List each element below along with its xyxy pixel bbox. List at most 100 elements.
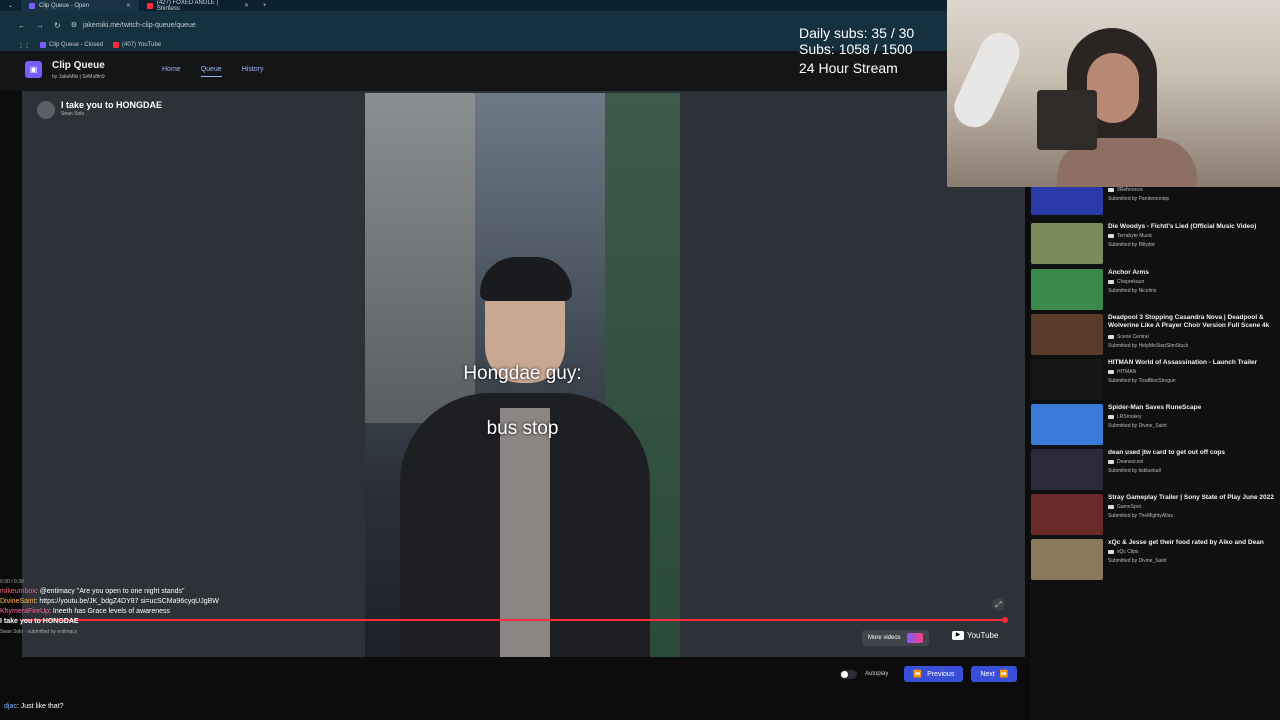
chat-clip-title: I take you to HONGDAE — [0, 618, 79, 625]
person-figure — [400, 257, 650, 657]
rewind-icon: ⏪ — [913, 671, 923, 678]
queue-thumbnail[interactable] — [1031, 359, 1103, 400]
submitted-by: Submitted by TheMightyAtlas — [1108, 513, 1173, 519]
youtube-icon — [1108, 335, 1114, 339]
close-icon[interactable]: ✕ — [126, 2, 131, 9]
submitted-by: Submitted by Divine_Saint — [1108, 558, 1167, 564]
queue-controls: Autoplay ⏪ Previous Next ⏩ — [840, 666, 1018, 682]
queue-thumbnail[interactable] — [1031, 314, 1103, 355]
bookmark-label: (407) YouTube — [122, 42, 162, 48]
queue-channel: xQc Clips — [1108, 549, 1138, 555]
reload-icon[interactable]: ↻ — [54, 21, 61, 30]
autoplay-label: Autoplay — [865, 671, 889, 677]
queue-channel: Scene Central — [1108, 334, 1149, 340]
chat-text: @entimacy "Are you open to one night sta… — [39, 588, 185, 595]
close-icon[interactable]: ✕ — [244, 2, 249, 9]
tab-youtube[interactable]: (427) FOXED ANGLE | Shirtless ✕ — [139, 0, 257, 12]
next-button[interactable]: Next ⏩ — [971, 666, 1018, 682]
stream-label: 24 Hour Stream — [799, 60, 898, 76]
nav-queue[interactable]: Queue — [200, 66, 222, 77]
autoplay-toggle[interactable] — [840, 669, 857, 679]
tab-menu[interactable]: ⌄ — [0, 0, 21, 11]
chat-text: Ineeth has Grace levels of awareness — [52, 608, 171, 615]
video-caption-2: bus stop — [486, 418, 559, 439]
url-field[interactable]: ⚙ jakemiki.me/twitch-clip-queue/queue — [71, 21, 196, 30]
queue-item[interactable]: HITMAN World of Assassination - Launch T… — [1030, 359, 1280, 403]
nav-history[interactable]: History — [242, 66, 264, 77]
source-label: YouTube — [967, 631, 999, 640]
chat-message: mikeumbox: @entimacy "Are you open to on… — [0, 588, 185, 595]
queue-thumbnail[interactable] — [1031, 494, 1103, 535]
submitted-by: Submitted by itsblueball — [1108, 468, 1161, 474]
hair — [480, 257, 572, 301]
queue-title[interactable]: Stray Gameplay Trailer | Sony State of P… — [1108, 494, 1278, 502]
queue-sidebar: 9Reference Submitted by Pandemoniqx Die Wo… — [1030, 187, 1280, 720]
queue-item[interactable]: xQc & Jesse get their food rated by Aiko… — [1030, 539, 1280, 583]
channel-name: LRSmokey — [1117, 414, 1142, 420]
tab-label: (427) FOXED ANGLE | Shirtless — [156, 0, 219, 12]
submitted-by: Submitted by Divine_Saint — [1108, 423, 1167, 429]
skip-icon: ⏩ — [999, 671, 1009, 678]
bookmark-clip-queue[interactable]: Clip Queue - Closed — [40, 42, 103, 48]
app-authors: by JakeMiki | SirMuffin9 — [52, 74, 105, 80]
queue-thumbnail[interactable] — [1031, 449, 1103, 490]
queue-channel: HITMAN — [1108, 369, 1136, 375]
queue-channel: GameSpot — [1108, 504, 1141, 510]
more-videos-label: More videos — [868, 635, 901, 641]
chat-text: https://youtu.be/JK_bdgZ4DY87 si=ucSCMa9… — [39, 598, 219, 605]
queue-item[interactable]: Anchor Arms Cheprekaun Submitted by Nicolm… — [1030, 269, 1280, 313]
queue-item[interactable]: Spider-Man Saves RuneScape LRSmokey Submit… — [1030, 404, 1280, 448]
queue-title[interactable]: Anchor Arms — [1108, 269, 1278, 277]
progress-handle[interactable] — [1002, 617, 1008, 623]
submitted-by: Submitted by TicalBiscShogun — [1108, 378, 1176, 384]
stream-goal-overlay: Daily subs: 35 / 30 Subs: 1058 / 1500 24… — [799, 25, 914, 76]
queue-title[interactable]: dean used jtw card to get out off cops — [1108, 449, 1278, 457]
queue-item[interactable]: Deadpool 3 Stopping Casandra Nova | Dead… — [1030, 314, 1280, 358]
submitted-by: Submitted by Nicolms — [1108, 288, 1157, 294]
queue-thumbnail[interactable] — [1031, 187, 1103, 215]
bookmark-youtube[interactable]: (407) YouTube — [113, 42, 161, 48]
channel-name: Terrabyte Music — [1117, 233, 1153, 239]
youtube-icon — [1108, 280, 1114, 284]
device-stand — [1037, 90, 1097, 150]
subs-goal: Subs: 1058 / 1500 — [799, 41, 913, 57]
queue-thumbnail[interactable] — [1031, 269, 1103, 310]
youtube-icon — [1108, 505, 1114, 509]
queue-title[interactable]: HITMAN World of Assassination - Launch T… — [1108, 359, 1278, 367]
queue-item[interactable]: Stray Gameplay Trailer | Sony State of P… — [1030, 494, 1280, 538]
fullscreen-icon[interactable]: ⤢ — [992, 598, 1005, 611]
clip-title: I take you to HONGDAE — [61, 100, 163, 110]
previous-button[interactable]: ⏪ Previous — [904, 666, 964, 682]
chevron-down-icon: ⌄ — [8, 3, 14, 9]
back-icon[interactable]: ← — [18, 21, 26, 30]
chat-username: djac — [4, 703, 17, 710]
submitted-by: Submitted by Billydot — [1108, 242, 1155, 248]
queue-item[interactable]: Die Woodys - Fichtl's Lied (Official Mus… — [1030, 223, 1280, 267]
more-videos-button[interactable]: More videos — [862, 630, 929, 646]
chat-text: Just like that? — [20, 703, 64, 710]
queue-channel: Cheprekaun — [1108, 279, 1144, 285]
queue-thumbnail[interactable] — [1031, 223, 1103, 264]
site-info-icon[interactable]: ⚙ — [71, 21, 77, 29]
apps-icon[interactable]: ⋮⋮ — [18, 42, 30, 49]
clip-queue-logo[interactable]: ▣ — [25, 61, 42, 78]
forward-icon[interactable]: → — [36, 21, 44, 30]
queue-thumbnail[interactable] — [1031, 539, 1103, 580]
chat-overlay: 0:30 / 0:30 mikeumbox: @entimacy "Are yo… — [0, 577, 220, 637]
chat-username: KhymeraFireUp — [0, 608, 50, 615]
clip-queue-favicon — [40, 42, 46, 48]
nav-home[interactable]: Home — [162, 66, 181, 77]
youtube-logo[interactable]: ▶ YouTube — [952, 631, 998, 640]
queue-title[interactable]: Die Woodys - Fichtl's Lied (Official Mus… — [1108, 223, 1278, 231]
channel-name: Scene Central — [1117, 334, 1149, 340]
new-tab-button[interactable]: + — [257, 3, 273, 9]
channel-name: Deansocool — [1117, 459, 1144, 465]
queue-item[interactable]: dean used jtw card to get out off cops De… — [1030, 449, 1280, 493]
tab-clip-queue[interactable]: Clip Queue - Open ✕ — [21, 0, 140, 11]
queue-title[interactable]: Spider-Man Saves RuneScape — [1108, 404, 1278, 412]
queue-title[interactable]: xQc & Jesse get their food rated by Aiko… — [1108, 539, 1278, 547]
chat-message: djac: Just like that? — [4, 703, 64, 710]
queue-title[interactable]: Deadpool 3 Stopping Casandra Nova | Dead… — [1108, 314, 1278, 330]
queue-thumbnail[interactable] — [1031, 404, 1103, 445]
daily-subs: Daily subs: 35 / 30 — [799, 25, 915, 41]
